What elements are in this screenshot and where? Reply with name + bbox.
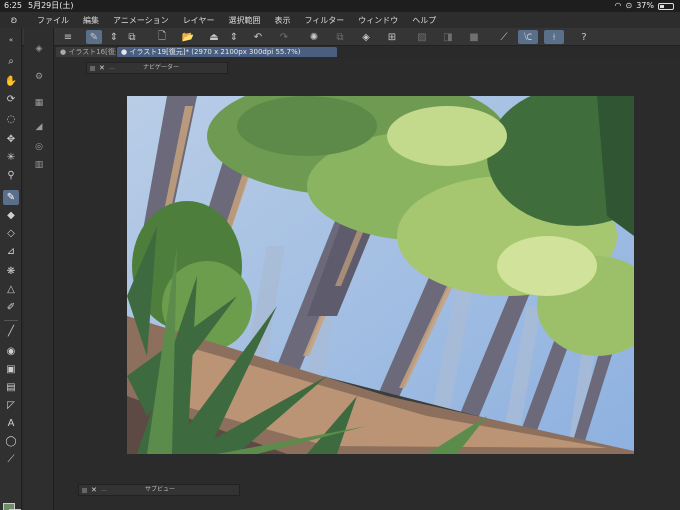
brush-size-icon[interactable]: ◢ <box>32 120 46 134</box>
document-tabs: ● イラスト16[復元 ● イラスト19[復元]* (2970 x 2100px… <box>56 46 680 58</box>
stepper-icon[interactable]: ⇕ <box>106 30 122 44</box>
navigator-title: ナビゲーター <box>143 64 180 71</box>
zoom-icon[interactable]: ⌕ <box>3 54 19 69</box>
help-icon[interactable]: ? <box>576 30 592 44</box>
undo-icon[interactable]: ↶ <box>250 30 266 44</box>
balloon-icon[interactable]: ◯ <box>3 434 19 449</box>
menu-bar: ʚ ファイル 編集 アニメーション レイヤー 選択範囲 表示 フィルター ウィン… <box>0 12 680 28</box>
sub-tool-icon[interactable]: ⚙ <box>32 70 46 84</box>
busy-spinner-icon: ✺ <box>309 31 319 43</box>
more-icon[interactable]: … <box>101 485 107 495</box>
tab-label: イラスト16[復元 <box>68 48 116 56</box>
rotate-icon[interactable]: ⟳ <box>3 92 19 107</box>
menu-help[interactable]: ヘルプ <box>405 15 443 26</box>
redo-icon[interactable]: ↷ <box>276 30 292 44</box>
app-logo-icon[interactable]: ʚ <box>4 15 24 26</box>
toolbar-divider <box>4 320 18 321</box>
tab-illust-19[interactable]: ● イラスト19[復元]* (2970 x 2100px 300dpi 55.7… <box>117 47 337 57</box>
fill-icon[interactable]: ◈ <box>358 30 374 44</box>
selection-layer-icon[interactable]: ■ <box>466 30 482 44</box>
hand-icon[interactable]: ✋ <box>3 74 19 89</box>
deselect-icon[interactable]: ▨ <box>414 30 430 44</box>
stepper-icon-2[interactable]: ⇕ <box>226 30 242 44</box>
sub-tool-palette: ◈ ⚙ ▦ ◢ ◎ ▥ <box>24 28 54 510</box>
menu-window[interactable]: ウィンドウ <box>351 15 405 26</box>
battery-icon <box>658 2 674 10</box>
pen-icon[interactable]: ✎ <box>3 190 19 205</box>
orientation-lock-icon: ⊙ <box>625 1 633 10</box>
brush-preset-icon[interactable]: ✎ <box>86 30 102 44</box>
menu-filter[interactable]: フィルター <box>297 15 351 26</box>
menu-animation[interactable]: アニメーション <box>106 15 176 26</box>
transform-icon[interactable]: ⊞ <box>384 30 400 44</box>
snap-special-ruler-icon[interactable]: ⟈ <box>518 30 538 44</box>
eyedropper-icon[interactable]: ⚲ <box>3 168 19 183</box>
layers-icon[interactable]: ◈ <box>32 42 46 56</box>
battery-percent: 37% <box>636 1 654 10</box>
palette-grip[interactable] <box>82 488 87 493</box>
subview-title: サブビュー <box>145 486 176 493</box>
palette-grip[interactable] <box>90 66 95 71</box>
correct-line-icon[interactable]: ⟋ <box>3 452 19 467</box>
export-icon[interactable]: ⏏ <box>206 30 222 44</box>
close-icon[interactable]: ✕ <box>91 485 97 495</box>
tool-palette: « ⌕ ✋ ⟳ ◌ ✥ ✳ ⚲ ✎ ◆ ◇ ⊿ ❋ △ ✐ ╱ ◉ ▣ ▤ ◸ … <box>0 28 22 510</box>
lasso-select-icon[interactable]: ◌ <box>3 112 19 127</box>
airbrush-icon[interactable]: ⊿ <box>3 244 19 259</box>
menu-edit[interactable]: 編集 <box>76 15 106 26</box>
ruler-icon[interactable]: ◸ <box>3 398 19 413</box>
open-folder-icon[interactable]: 📂 <box>180 30 196 44</box>
collapse-icon[interactable]: « <box>3 32 19 47</box>
close-icon[interactable]: ✕ <box>99 63 105 73</box>
color-wheel-icon[interactable]: ◎ <box>32 140 46 154</box>
status-time: 6:25 <box>4 1 22 10</box>
tab-illust-16[interactable]: ● イラスト16[復元 <box>56 47 116 57</box>
more-icon[interactable]: … <box>109 63 115 73</box>
blend-icon[interactable]: △ <box>3 282 19 297</box>
magic-wand-icon[interactable]: ✳ <box>3 150 19 165</box>
menu-layer[interactable]: レイヤー <box>176 15 222 26</box>
status-date: 5月29日(土) <box>28 1 74 10</box>
canvas-artwork[interactable] <box>127 96 634 454</box>
tab-label: イラスト19[復元]* (2970 x 2100px 300dpi 55.7%) <box>129 48 301 56</box>
eraser-icon[interactable]: ◆ <box>3 208 19 223</box>
fill-icon[interactable]: ◉ <box>3 344 19 359</box>
text-icon[interactable]: A <box>3 416 19 431</box>
menu-file[interactable]: ファイル <box>30 15 76 26</box>
status-right: ◠ ⊙ 37% <box>615 0 674 12</box>
forest-illustration <box>127 96 634 454</box>
command-bar: ≡ ✎ ⇕ ⧉ 🗋 📂 ⏏ ⇕ ↶ ↷ ✺ ⧉ ◈ ⊞ ▨ ◨ ■ ⟋ ⟈ ⟊ … <box>0 28 680 46</box>
wifi-icon: ◠ <box>614 1 622 10</box>
gradient-icon[interactable]: ▣ <box>3 362 19 377</box>
tool-property-icon[interactable]: ▦ <box>32 96 46 110</box>
ruler-snap-icon[interactable]: ⟋ <box>496 30 512 44</box>
new-file-icon[interactable]: 🗋 <box>154 30 170 44</box>
menu-view[interactable]: 表示 <box>267 15 297 26</box>
subview-palette: ✕ … サブビュー <box>78 484 240 496</box>
stamp-icon[interactable]: ✐ <box>3 300 19 315</box>
move-icon[interactable]: ✥ <box>3 132 19 147</box>
line-icon[interactable]: ╱ <box>3 324 19 339</box>
hamburger-menu-icon[interactable]: ≡ <box>60 30 76 44</box>
color-set-icon[interactable]: ▥ <box>32 158 46 172</box>
fill-bucket-icon[interactable]: ◇ <box>3 226 19 241</box>
snap-grid-icon[interactable]: ⟊ <box>544 30 564 44</box>
navigator-palette: ✕ … ナビゲーター <box>86 62 228 74</box>
copy-icon[interactable]: ⧉ <box>332 30 348 44</box>
invert-selection-icon[interactable]: ◨ <box>440 30 456 44</box>
menu-selection[interactable]: 選択範囲 <box>221 15 267 26</box>
frame-icon[interactable]: ▤ <box>3 380 19 395</box>
companion-icon[interactable]: ⧉ <box>124 30 140 44</box>
ios-status-bar: 6:25 5月29日(土) ◠ ⊙ 37% <box>0 0 680 12</box>
decoration-icon[interactable]: ❋ <box>3 264 19 279</box>
